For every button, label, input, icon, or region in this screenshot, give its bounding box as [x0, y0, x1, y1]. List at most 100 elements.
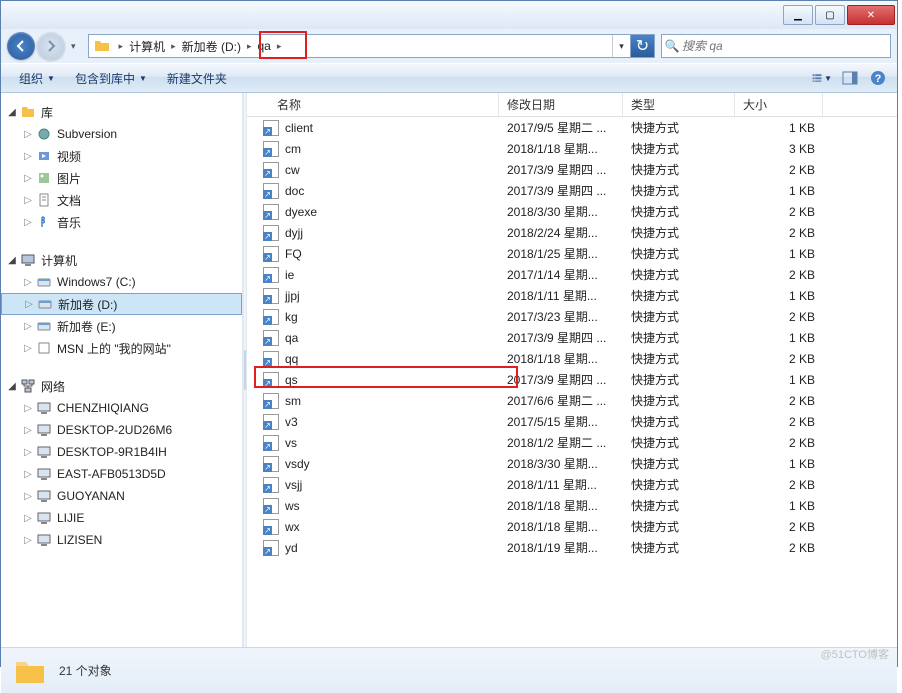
navbar: ▾ ▸ 计算机 ▸ 新加卷 (D:) ▸ qa ▸ ▾ ↻ 🔍	[1, 29, 897, 63]
computer-icon	[36, 422, 52, 438]
file-type: 快捷方式	[623, 245, 735, 262]
tree-lib-item[interactable]: ▷Subversion	[1, 123, 242, 145]
new-folder-button[interactable]: 新建文件夹	[157, 64, 237, 92]
tree-network-computer[interactable]: ▷GUOYANAN	[1, 485, 242, 507]
search-input[interactable]	[682, 39, 890, 53]
tree-network-computer[interactable]: ▷CHENZHIQIANG	[1, 397, 242, 419]
help-button[interactable]: ?	[867, 67, 889, 89]
file-row[interactable]: sm2017/6/6 星期二 ...快捷方式2 KB	[247, 390, 897, 411]
file-row[interactable]: vsdy2018/3/30 星期...快捷方式1 KB	[247, 453, 897, 474]
file-date: 2017/3/9 星期四 ...	[499, 161, 623, 178]
tree-lib-item[interactable]: ▷音乐	[1, 211, 242, 233]
file-row[interactable]: v32017/5/15 星期...快捷方式2 KB	[247, 411, 897, 432]
include-in-library-menu[interactable]: 包含到库中▼	[65, 64, 157, 92]
file-type: 快捷方式	[623, 413, 735, 430]
file-date: 2018/1/18 星期...	[499, 140, 623, 157]
file-date: 2017/3/9 星期四 ...	[499, 371, 623, 388]
tree-network-computer[interactable]: ▷LIJIE	[1, 507, 242, 529]
file-size: 2 KB	[735, 268, 823, 282]
breadcrumb-1[interactable]: 新加卷 (D:)	[180, 38, 243, 55]
view-mode-button[interactable]: ▼	[811, 67, 833, 89]
file-date: 2018/1/25 星期...	[499, 245, 623, 262]
library-icon	[20, 104, 36, 120]
organize-menu[interactable]: 组织▼	[9, 64, 65, 92]
file-row[interactable]: yd2018/1/19 星期...快捷方式2 KB	[247, 537, 897, 558]
chevron-right-icon[interactable]: ▸	[243, 41, 256, 52]
tree-network-computer[interactable]: ▷LIZISEN	[1, 529, 242, 551]
file-list[interactable]: client2017/9/5 星期二 ...快捷方式1 KBcm2018/1/1…	[247, 117, 897, 647]
shortcut-icon	[263, 141, 279, 157]
file-name: jjpj	[285, 289, 300, 303]
folder-icon	[93, 37, 111, 55]
tree-computer[interactable]: ◢计算机	[1, 249, 242, 271]
file-size: 2 KB	[735, 310, 823, 324]
file-row[interactable]: qa2017/3/9 星期四 ...快捷方式1 KB	[247, 327, 897, 348]
file-name: vs	[285, 436, 297, 450]
file-row[interactable]: dyexe2018/3/30 星期...快捷方式2 KB	[247, 201, 897, 222]
shortcut-icon	[263, 414, 279, 430]
file-date: 2017/1/14 星期...	[499, 266, 623, 283]
file-row[interactable]: qs2017/3/9 星期四 ...快捷方式1 KB	[247, 369, 897, 390]
breadcrumb-0[interactable]: 计算机	[127, 38, 167, 55]
column-date[interactable]: 修改日期	[499, 93, 623, 116]
tree-drive-item[interactable]: ▷新加卷 (D:)	[1, 293, 242, 315]
navigation-pane[interactable]: ◢库 ▷Subversion▷视频▷图片▷文档▷音乐 ◢计算机 ▷Windows…	[1, 93, 243, 647]
file-date: 2017/5/15 星期...	[499, 413, 623, 430]
file-row[interactable]: ws2018/1/18 星期...快捷方式1 KB	[247, 495, 897, 516]
chevron-right-icon[interactable]: ▸	[273, 41, 286, 52]
column-name[interactable]: 名称	[247, 93, 499, 116]
tree-network[interactable]: ◢网络	[1, 375, 242, 397]
file-row[interactable]: vsjj2018/1/11 星期...快捷方式2 KB	[247, 474, 897, 495]
tree-drive-item[interactable]: ▷MSN 上的 "我的网站"	[1, 337, 242, 359]
tree-network-computer[interactable]: ▷DESKTOP-9R1B4IH	[1, 441, 242, 463]
file-row[interactable]: jjpj2018/1/11 星期...快捷方式1 KB	[247, 285, 897, 306]
tree-lib-item[interactable]: ▷视频	[1, 145, 242, 167]
file-row[interactable]: qq2018/1/18 星期...快捷方式2 KB	[247, 348, 897, 369]
tree-drive-item[interactable]: ▷新加卷 (E:)	[1, 315, 242, 337]
nav-history-dropdown[interactable]: ▾	[67, 41, 80, 52]
tree-libraries[interactable]: ◢库	[1, 101, 242, 123]
file-row[interactable]: doc2017/3/9 星期四 ...快捷方式1 KB	[247, 180, 897, 201]
file-size: 2 KB	[735, 415, 823, 429]
file-row[interactable]: kg2017/3/23 星期...快捷方式2 KB	[247, 306, 897, 327]
shortcut-icon	[263, 120, 279, 136]
minimize-button[interactable]: ▁	[783, 5, 813, 25]
maximize-button[interactable]: ▢	[815, 5, 845, 25]
file-row[interactable]: dyjj2018/2/24 星期...快捷方式2 KB	[247, 222, 897, 243]
file-row[interactable]: FQ2018/1/25 星期...快捷方式1 KB	[247, 243, 897, 264]
file-size: 3 KB	[735, 142, 823, 156]
file-date: 2018/3/30 星期...	[499, 455, 623, 472]
computer-icon	[36, 466, 52, 482]
search-box[interactable]: 🔍	[661, 34, 891, 58]
file-size: 2 KB	[735, 163, 823, 177]
drive-icon	[36, 340, 52, 356]
tree-network-computer[interactable]: ▷DESKTOP-2UD26M6	[1, 419, 242, 441]
breadcrumb-root-chevron-icon[interactable]: ▸	[115, 41, 128, 52]
file-row[interactable]: wx2018/1/18 星期...快捷方式2 KB	[247, 516, 897, 537]
column-size[interactable]: 大小	[735, 93, 823, 116]
breadcrumb-2[interactable]: qa	[255, 39, 272, 53]
file-row[interactable]: cm2018/1/18 星期...快捷方式3 KB	[247, 138, 897, 159]
toolbar: 组织▼ 包含到库中▼ 新建文件夹 ▼ ?	[1, 63, 897, 93]
address-bar[interactable]: ▸ 计算机 ▸ 新加卷 (D:) ▸ qa ▸ ▾ ↻	[88, 34, 655, 58]
chevron-right-icon[interactable]: ▸	[167, 41, 180, 52]
address-dropdown[interactable]: ▾	[612, 35, 630, 57]
refresh-button[interactable]: ↻	[630, 35, 654, 57]
tree-network-computer[interactable]: ▷EAST-AFB0513D5D	[1, 463, 242, 485]
file-type: 快捷方式	[623, 308, 735, 325]
column-type[interactable]: 类型	[623, 93, 735, 116]
tree-lib-item[interactable]: ▷文档	[1, 189, 242, 211]
tree-lib-item[interactable]: ▷图片	[1, 167, 242, 189]
preview-pane-button[interactable]	[839, 67, 861, 89]
nav-back-button[interactable]	[7, 32, 35, 60]
close-button[interactable]: ✕	[847, 5, 895, 25]
file-row[interactable]: vs2018/1/2 星期二 ...快捷方式2 KB	[247, 432, 897, 453]
file-name: qs	[285, 373, 298, 387]
tree-drive-item[interactable]: ▷Windows7 (C:)	[1, 271, 242, 293]
file-row[interactable]: cw2017/3/9 星期四 ...快捷方式2 KB	[247, 159, 897, 180]
shortcut-icon	[263, 519, 279, 535]
file-row[interactable]: client2017/9/5 星期二 ...快捷方式1 KB	[247, 117, 897, 138]
nav-forward-button[interactable]	[37, 32, 65, 60]
file-row[interactable]: ie2017/1/14 星期...快捷方式2 KB	[247, 264, 897, 285]
search-icon: 🔍	[662, 39, 682, 53]
